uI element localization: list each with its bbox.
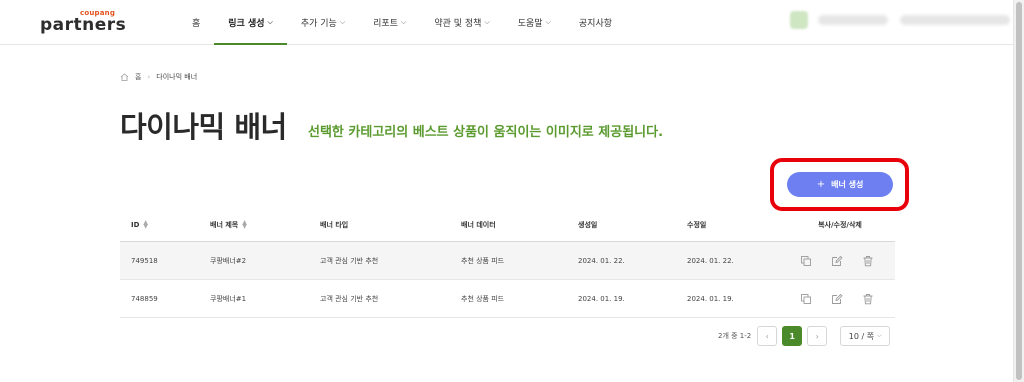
edit-icon[interactable]	[831, 293, 843, 305]
nav-label: 공지사항	[578, 18, 613, 29]
nav-item-home[interactable]: 홈	[178, 0, 214, 44]
cell-created: 2024. 01. 22.	[578, 256, 625, 265]
user-account-area[interactable]	[790, 8, 1010, 32]
header-created: 생성일	[578, 220, 598, 229]
page-description: 선택한 카테고리의 베스트 상품이 움직이는 이미지로 제공됩니다.	[308, 125, 664, 140]
row-actions	[800, 242, 874, 279]
table-row: 749518 쿠팡배너#2 고객 관심 기반 추천 추천 상품 피드 2024.…	[120, 242, 895, 280]
nav-label: 약관 및 정책	[434, 18, 482, 29]
top-navigation-bar: coupang partners 홈 링크 생성 ⌵ 추가 기능 ⌵ 리포트 ⌵ 약관…	[0, 0, 1014, 45]
blurred-user-info	[900, 15, 1010, 25]
header-data: 배너 데이터	[461, 220, 496, 229]
sort-icon: ▲ ▼	[143, 218, 149, 230]
cell-id: 749518	[131, 256, 158, 265]
cell-type: 고객 관심 기반 추천	[320, 256, 379, 265]
scrollbar-thumb[interactable]	[1016, 2, 1022, 380]
breadcrumb-current: 다이나믹 배너	[156, 73, 198, 81]
nav-item-extra-features[interactable]: 추가 기능 ⌵	[287, 0, 359, 44]
row-actions	[800, 280, 874, 317]
table-header: ID ▲ ▼ 배너 제목 ▲ ▼ 배너 타입 배너 데이터 생성일 수정일 복사/수정/…	[120, 208, 895, 242]
cell-id: 748859	[131, 294, 158, 303]
nav-item-report[interactable]: 리포트 ⌵	[359, 0, 420, 44]
cell-title: 쿠팡배너#2	[210, 256, 247, 265]
blurred-user-info	[818, 15, 888, 25]
home-icon	[120, 73, 129, 81]
result-count: 2개 중 1-2	[718, 332, 752, 340]
cell-title: 쿠팡배너#1	[210, 294, 247, 303]
nav-label: 리포트	[373, 18, 398, 29]
chevron-down-icon: ⌵	[484, 17, 490, 26]
per-page-select[interactable]: 10 / 쪽 ⌵	[840, 326, 891, 346]
coupang-partners-logo[interactable]: coupang partners	[40, 9, 126, 37]
cell-modified: 2024. 01. 19.	[687, 294, 734, 303]
header-id[interactable]: ID ▲ ▼	[131, 208, 148, 241]
copy-icon[interactable]	[800, 293, 812, 305]
page-title: 다이나믹 배너	[120, 110, 287, 144]
page-button-current[interactable]: 1	[782, 326, 803, 346]
sort-icon: ▲ ▼	[242, 218, 247, 230]
nav-item-link-create[interactable]: 링크 생성 ⌵	[214, 0, 287, 45]
edit-icon[interactable]	[831, 255, 843, 267]
header-modified: 수정일	[687, 220, 707, 229]
delete-icon[interactable]	[862, 293, 874, 305]
breadcrumb: 홈 › 다이나믹 배너	[120, 72, 197, 82]
chevron-down-icon: ⌵	[339, 17, 346, 26]
avatar	[790, 11, 808, 29]
header-type: 배너 타입	[320, 220, 349, 229]
cell-data: 추천 상품 피드	[461, 256, 505, 265]
chevron-down-icon: ⌵	[267, 17, 273, 26]
next-page-button[interactable]: ›	[807, 326, 828, 346]
plus-icon: +	[816, 179, 826, 190]
breadcrumb-home[interactable]: 홈	[135, 72, 141, 82]
header-label: 배너 제목	[210, 220, 239, 229]
header-title[interactable]: 배너 제목 ▲ ▼	[210, 208, 247, 241]
vertical-scrollbar[interactable]	[1013, 0, 1024, 382]
prev-page-button[interactable]: ‹	[757, 326, 778, 346]
nav-item-help[interactable]: 도움말 ⌵	[504, 0, 565, 44]
nav-item-notice[interactable]: 공지사항	[565, 0, 626, 44]
header-label: ID	[131, 220, 140, 229]
delete-icon[interactable]	[862, 255, 874, 267]
chevron-right-icon: ›	[147, 73, 151, 81]
nav-label: 도움말	[517, 18, 543, 29]
chevron-down-icon: ⌵	[401, 17, 407, 26]
table-row: 748859 쿠팡배너#1 고객 관심 기반 추천 추천 상품 피드 2024.…	[120, 280, 895, 318]
cell-type: 고객 관심 기반 추천	[320, 294, 379, 303]
nav-label: 추가 기능	[300, 18, 337, 29]
create-banner-button[interactable]: + 배너 생성	[787, 172, 893, 197]
copy-icon[interactable]	[800, 255, 812, 267]
cell-created: 2024. 01. 19.	[578, 294, 625, 303]
chevron-down-icon: ⌵	[877, 332, 882, 339]
cell-modified: 2024. 01. 22.	[687, 256, 734, 265]
banner-table: ID ▲ ▼ 배너 제목 ▲ ▼ 배너 타입 배너 데이터 생성일 수정일 복사/수정/…	[120, 208, 895, 318]
chevron-down-icon: ⌵	[545, 17, 551, 26]
nav-item-terms[interactable]: 약관 및 정책 ⌵	[420, 0, 503, 44]
per-page-value: 10 / 쪽	[848, 331, 875, 341]
create-banner-label: 배너 생성	[831, 180, 864, 189]
header-actions: 복사/수정/삭제	[818, 220, 862, 229]
pagination: 2개 중 1-2 ‹ 1 › 10 / 쪽 ⌵	[718, 326, 891, 346]
main-nav: 홈 링크 생성 ⌵ 추가 기능 ⌵ 리포트 ⌵ 약관 및 정책 ⌵ 도움말 ⌵ 공지사항	[178, 0, 626, 45]
logo-main-text: partners	[40, 15, 127, 35]
nav-label: 홈	[192, 18, 201, 29]
cell-data: 추천 상품 피드	[461, 294, 505, 303]
nav-label: 링크 생성	[228, 18, 265, 29]
